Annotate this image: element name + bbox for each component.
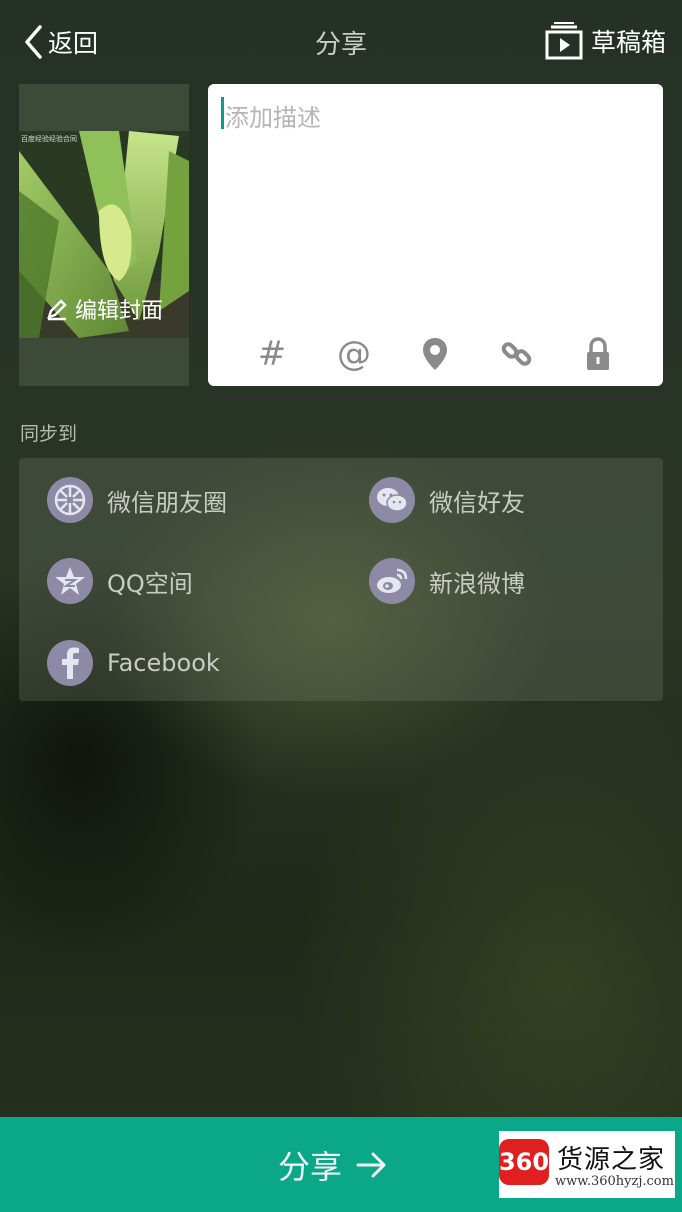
sync-facebook[interactable]: Facebook <box>47 638 220 688</box>
hashtag-icon[interactable]: # <box>252 334 292 374</box>
wechat-moments-icon <box>47 477 93 523</box>
edit-cover-label: 编辑封面 <box>74 299 163 324</box>
top-bar: 返回 分享 草稿箱 <box>0 0 682 84</box>
sync-label: 新浪微博 <box>429 569 525 598</box>
chevron-left-icon <box>25 25 42 59</box>
back-button[interactable]: 返回 <box>22 22 98 62</box>
location-pin-icon[interactable] <box>415 334 455 374</box>
wechat-icon <box>369 477 415 523</box>
description-input[interactable]: 添加描述 # @ <box>208 84 663 386</box>
sync-targets-panel: 微信朋友圈 微信好友 QQ空间 新浪微博 Facebook <box>19 458 663 701</box>
sync-wechat-friends[interactable]: 微信好友 <box>369 475 525 525</box>
share-label: 分享 <box>278 1148 343 1186</box>
cover-watermark: 百度经验经验合同 <box>21 135 77 143</box>
description-toolbar: # @ <box>208 334 663 374</box>
logo-url: www.360hyzj.com <box>555 1174 674 1189</box>
sync-wechat-moments[interactable]: 微信朋友圈 <box>47 475 227 525</box>
qzone-icon <box>47 558 93 604</box>
video-cover[interactable]: 百度经验经验合同 编辑封面 <box>19 84 189 386</box>
text-caret <box>221 97 224 129</box>
sync-to-label: 同步到 <box>20 423 78 445</box>
logo-badge: 360 <box>499 1139 549 1185</box>
logo-name: 货源之家 <box>557 1145 666 1175</box>
sync-label: QQ空间 <box>107 569 193 598</box>
facebook-icon <box>47 640 93 686</box>
sync-label: 微信好友 <box>429 488 525 517</box>
description-placeholder: 添加描述 <box>225 104 321 132</box>
arrow-right-icon <box>356 1152 386 1178</box>
sync-label: 微信朋友圈 <box>107 488 227 517</box>
sync-label: Facebook <box>107 649 220 677</box>
sync-weibo[interactable]: 新浪微博 <box>369 556 525 606</box>
drafts-box-icon <box>545 22 583 60</box>
lock-icon[interactable] <box>578 334 618 374</box>
link-icon[interactable] <box>497 334 537 374</box>
at-mention-icon[interactable]: @ <box>334 334 374 374</box>
weibo-icon <box>369 558 415 604</box>
sync-qzone[interactable]: QQ空间 <box>47 556 193 606</box>
share-button[interactable]: 分享 <box>278 1143 388 1187</box>
pencil-icon <box>47 299 67 321</box>
drafts-button[interactable]: 草稿箱 <box>545 20 666 62</box>
drafts-label: 草稿箱 <box>590 28 666 57</box>
back-label: 返回 <box>48 29 99 58</box>
edit-cover-button[interactable]: 编辑封面 <box>19 289 189 329</box>
site-watermark-logo: 360 货源之家 www.360hyzj.com <box>499 1131 675 1198</box>
